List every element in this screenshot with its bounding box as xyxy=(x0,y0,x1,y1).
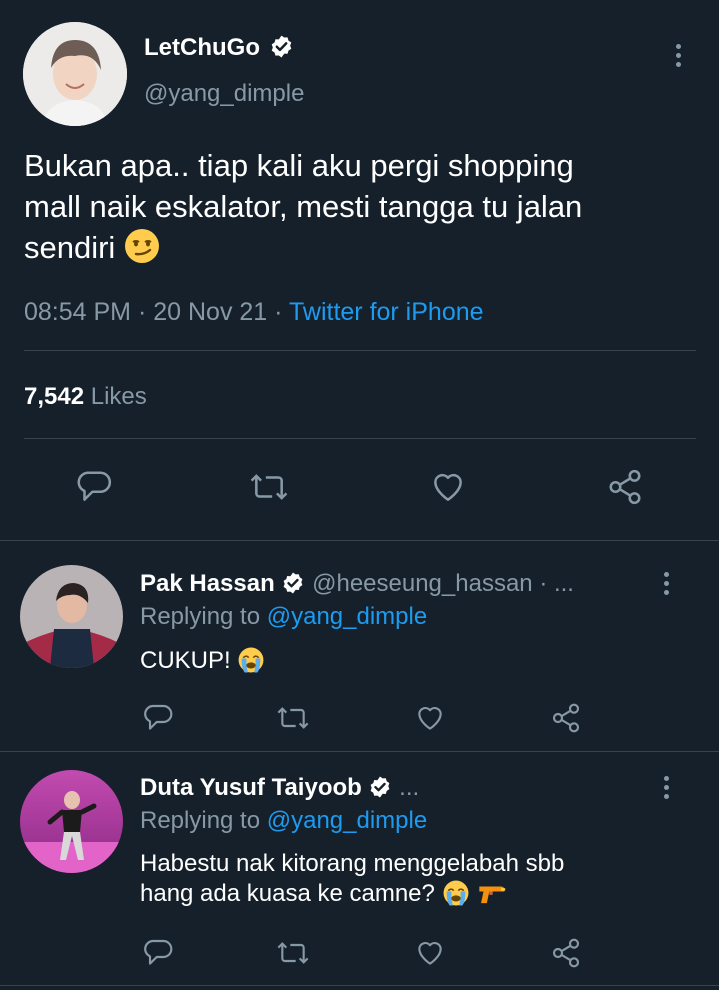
verified-badge-icon xyxy=(271,35,291,58)
replying-to-link[interactable]: @yang_dimple xyxy=(267,603,427,630)
avatar[interactable] xyxy=(20,770,123,873)
like-icon[interactable] xyxy=(414,937,446,969)
more-options-icon[interactable] xyxy=(662,776,670,803)
retweet-icon[interactable] xyxy=(275,937,311,969)
share-icon[interactable] xyxy=(606,468,644,506)
reply-icon[interactable] xyxy=(142,702,174,734)
reply-icon[interactable] xyxy=(75,468,113,506)
retweet-icon[interactable] xyxy=(275,702,311,734)
author-name[interactable]: LetChuGo xyxy=(144,34,260,61)
tweet-meta: 08:54 PM · 20 Nov 21 · Twitter for iPhon… xyxy=(24,298,484,326)
reply-icon[interactable] xyxy=(142,937,174,969)
verified-badge-icon xyxy=(371,776,390,798)
divider xyxy=(24,438,696,439)
like-icon[interactable] xyxy=(414,702,446,734)
divider xyxy=(0,751,719,752)
avatar[interactable] xyxy=(23,22,127,126)
author-handle[interactable]: @heeseung_hassan · ... xyxy=(312,570,574,597)
crying-face-emoji-icon xyxy=(443,880,469,906)
share-icon[interactable] xyxy=(550,702,582,734)
author-handle[interactable]: ... xyxy=(399,774,419,801)
reply-text: Habestu nak kitorang menggelabah sbb han… xyxy=(140,850,565,907)
smirk-emoji-icon xyxy=(124,229,159,263)
replying-to-link[interactable]: @yang_dimple xyxy=(267,807,427,834)
divider xyxy=(0,540,719,541)
reply-text: CUKUP! xyxy=(140,646,265,675)
water-pistol-emoji-icon xyxy=(479,886,506,904)
tweet-date[interactable]: 20 Nov 21 xyxy=(153,298,267,326)
author-name[interactable]: Pak Hassan xyxy=(140,570,275,597)
tweet-time[interactable]: 08:54 PM xyxy=(24,298,131,326)
divider xyxy=(24,350,696,351)
more-options-icon[interactable] xyxy=(674,44,682,71)
author-handle[interactable]: @yang_dimple xyxy=(144,80,304,108)
avatar[interactable] xyxy=(20,565,123,668)
like-icon[interactable] xyxy=(429,468,467,506)
retweet-icon[interactable] xyxy=(248,468,290,506)
more-options-icon[interactable] xyxy=(662,572,670,599)
likes-count[interactable]: 7,542 Likes xyxy=(24,383,147,411)
tweet-text: Bukan apa.. tiap kali aku pergi shopping… xyxy=(24,148,583,265)
verified-badge-icon xyxy=(284,572,303,594)
author-name[interactable]: Duta Yusuf Taiyoob xyxy=(140,774,362,801)
divider xyxy=(0,985,719,986)
share-icon[interactable] xyxy=(550,937,582,969)
crying-face-emoji-icon xyxy=(238,647,264,673)
tweet-source[interactable]: Twitter for iPhone xyxy=(289,298,484,326)
